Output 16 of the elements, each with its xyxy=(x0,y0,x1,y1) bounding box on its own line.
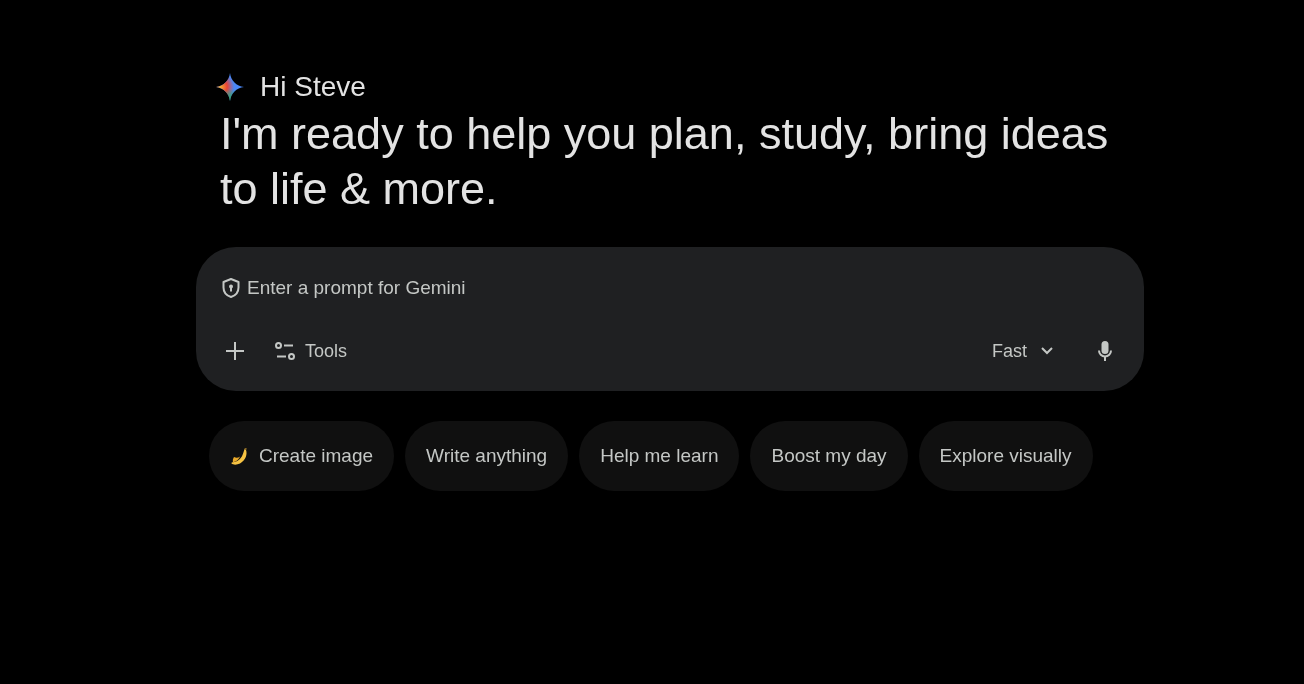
chevron-down-icon xyxy=(1041,347,1053,355)
tools-button[interactable]: Tools xyxy=(275,331,348,371)
suggestion-chip[interactable]: Create image xyxy=(209,421,395,491)
suggestion-chip[interactable]: Help me learn xyxy=(579,421,740,491)
headline-text: I'm ready to help you plan, study, bring ideas to life & more. xyxy=(220,107,1110,216)
banana-icon xyxy=(230,446,250,466)
plus-icon xyxy=(226,342,244,360)
shield-icon xyxy=(222,278,240,298)
sliders-icon xyxy=(275,342,295,360)
suggestion-chip[interactable]: Explore visually xyxy=(918,421,1093,491)
prompt-input[interactable]: Enter a prompt for Gemini xyxy=(247,275,1125,301)
suggestion-chip[interactable]: Write anything xyxy=(405,421,569,491)
mode-dropdown[interactable]: Fast xyxy=(980,331,1065,371)
microphone-icon xyxy=(1098,341,1112,361)
greeting-text: Hi Steve xyxy=(260,72,366,102)
suggestion-chip[interactable]: Boost my day xyxy=(750,421,908,491)
